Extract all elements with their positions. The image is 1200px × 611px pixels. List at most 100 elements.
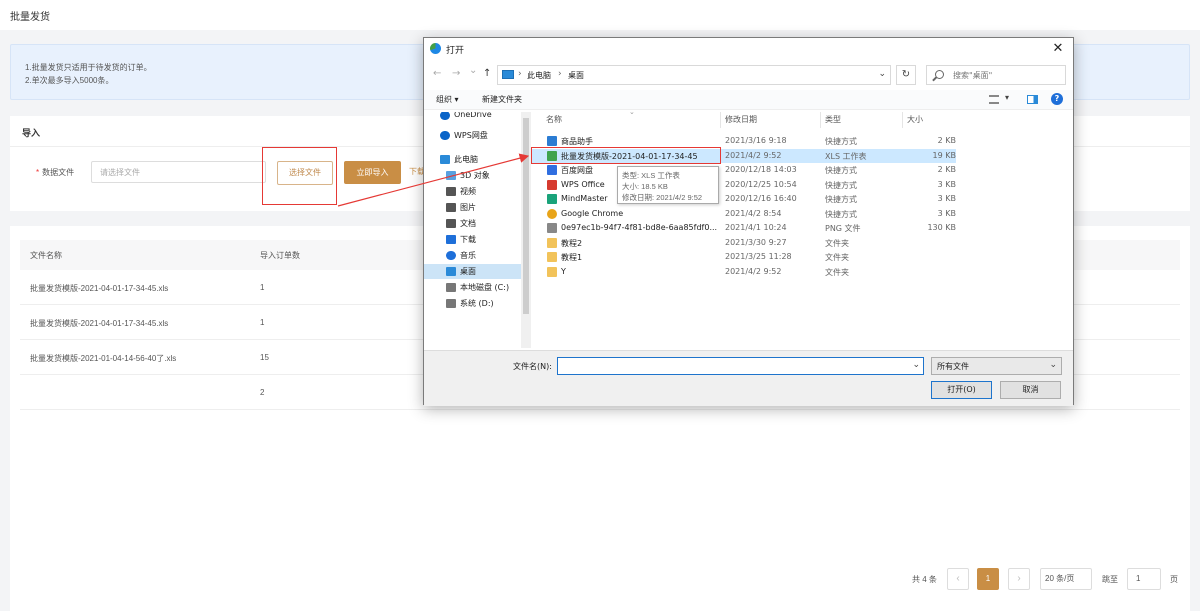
- chevron-down-icon[interactable]: ⌄: [912, 360, 920, 370]
- nav-item[interactable]: 下载: [424, 232, 521, 247]
- file-row[interactable]: MindMaster 2020/12/16 16:40 快捷方式 3 KB: [531, 192, 956, 206]
- file-row[interactable]: WPS Office 2020/12/25 10:54 快捷方式 3 KB: [531, 178, 956, 192]
- file-type: 文件夹: [825, 253, 849, 262]
- organize-menu[interactable]: 组织 ▾: [436, 94, 459, 105]
- sort-caret-icon: ⌄: [629, 108, 635, 116]
- forward-arrow-icon[interactable]: →: [452, 68, 460, 79]
- column-header-name[interactable]: 名称: [546, 114, 562, 125]
- next-page-button[interactable]: ›: [1008, 568, 1030, 590]
- file-type: 快捷方式: [825, 195, 857, 204]
- address-bar[interactable]: › 此电脑 › 桌面 ⌄: [497, 65, 891, 85]
- import-title: 导入: [22, 128, 41, 138]
- new-folder-button[interactable]: 新建文件夹: [482, 94, 522, 105]
- file-row[interactable]: 商品助手 2021/3/16 9:18 快捷方式 2 KB: [531, 134, 956, 148]
- nav-item[interactable]: 本地磁盘 (C:): [424, 280, 521, 295]
- file-row[interactable]: 百度网盘 2020/12/18 14:03 快捷方式 2 KB: [531, 163, 956, 177]
- file-size: 19 KB: [932, 150, 956, 160]
- open-button[interactable]: 打开(O): [931, 381, 992, 399]
- file-type: PNG 文件: [825, 224, 861, 233]
- file-date: 2021/4/2 9:52: [725, 266, 782, 276]
- nav-item[interactable]: WPS网盘: [424, 128, 521, 143]
- nav-item[interactable]: 桌面: [424, 264, 521, 279]
- folder-icon: [547, 237, 557, 248]
- chevron-down-icon: ⌄: [1049, 360, 1057, 370]
- nav-item[interactable]: 此电脑: [424, 152, 521, 167]
- up-arrow-icon[interactable]: ↑: [483, 68, 491, 79]
- path-segment-this-pc[interactable]: 此电脑: [527, 70, 551, 81]
- nav-item-label: 桌面: [460, 267, 476, 276]
- page-size-select[interactable]: 20 条/页: [1040, 568, 1092, 590]
- file-name: 教程2: [561, 238, 583, 248]
- file-open-dialog: 打开 ✕ ← → ⌄ ↑ › 此电脑 › 桌面 ⌄ ↻ 搜索"桌面" 组织 ▾ …: [423, 37, 1074, 406]
- nav-scrollbar[interactable]: [521, 112, 531, 348]
- column-header-type[interactable]: 类型: [825, 114, 841, 125]
- scrollbar-thumb[interactable]: [523, 118, 529, 314]
- recent-dropdown-icon[interactable]: ⌄: [469, 65, 477, 76]
- baidu-icon: [547, 165, 557, 175]
- chrome-icon: [547, 208, 557, 219]
- cancel-button[interactable]: 取消: [1000, 381, 1061, 399]
- column-header-date[interactable]: 修改日期: [725, 114, 757, 125]
- tooltip-type: 类型: XLS 工作表: [622, 171, 680, 180]
- edge-icon: [430, 43, 441, 54]
- tooltip-date: 修改日期: 2021/4/2 9:52: [622, 193, 703, 202]
- file-path-input[interactable]: 请选择文件: [91, 161, 266, 183]
- pagination-total: 共 4 条: [912, 575, 937, 584]
- file-row[interactable]: 教程1 2021/3/25 11:28 文件夹: [531, 250, 956, 264]
- column-header-count: 导入订单数: [260, 251, 300, 260]
- file-type: 文件夹: [825, 267, 849, 277]
- file-row[interactable]: Google Chrome 2021/4/2 8:54 快捷方式 3 KB: [531, 207, 956, 221]
- nav-item[interactable]: 系统 (D:): [424, 296, 521, 311]
- nav-item[interactable]: 视频: [424, 184, 521, 199]
- nav-item-label: 下载: [460, 235, 476, 244]
- search-input[interactable]: 搜索"桌面": [926, 65, 1066, 85]
- file-type: 文件夹: [825, 238, 849, 248]
- nav-item-label: OneDrive: [454, 112, 492, 119]
- file-size: 2 KB: [937, 165, 956, 174]
- dialog-titlebar[interactable]: 打开 ✕: [424, 38, 1073, 60]
- column-header-size[interactable]: 大小: [907, 114, 923, 125]
- computer-icon: [502, 70, 514, 79]
- nav-item[interactable]: 文档: [424, 216, 521, 231]
- file-date: 2021/4/2 8:54: [725, 208, 782, 218]
- nav-item[interactable]: 图片: [424, 200, 521, 215]
- jump-page-input[interactable]: 1: [1127, 568, 1161, 590]
- view-options-icon[interactable]: [989, 95, 999, 104]
- file-size: 2 KB: [937, 136, 956, 145]
- chevron-down-icon[interactable]: ⌄: [878, 69, 886, 79]
- wps-icon: [547, 179, 557, 190]
- prev-page-button[interactable]: ‹: [947, 568, 969, 590]
- filename-input[interactable]: ⌄: [557, 357, 924, 375]
- jump-label: 跳至: [1102, 575, 1118, 584]
- back-arrow-icon[interactable]: ←: [433, 68, 441, 79]
- music-icon: [446, 251, 456, 260]
- page-1-button[interactable]: 1: [977, 568, 999, 590]
- file-type: XLS 工作表: [825, 151, 867, 161]
- file-row[interactable]: 0e97ec1b-94f7-4f81-bd8e-6aa85fdf0... 2021…: [531, 221, 956, 235]
- file-row[interactable]: 教程2 2021/3/30 9:27 文件夹: [531, 236, 956, 250]
- file-type-select[interactable]: 所有文件 ⌄: [931, 357, 1062, 375]
- file-name: 0e97ec1b-94f7-4f81-bd8e-6aa85fdf0...: [561, 223, 718, 232]
- file-date: 2020/12/16 16:40: [725, 194, 797, 203]
- drive-icon: [446, 299, 456, 308]
- nav-item[interactable]: 音乐: [424, 248, 521, 263]
- picture-icon: [446, 203, 456, 212]
- path-segment-desktop[interactable]: 桌面: [568, 70, 584, 81]
- preview-pane-icon[interactable]: [1027, 95, 1038, 104]
- file-date: 2021/4/2 9:52: [725, 150, 782, 160]
- refresh-button[interactable]: ↻: [896, 65, 916, 85]
- file-type: 快捷方式: [825, 180, 857, 190]
- file-size: 3 KB: [937, 194, 956, 203]
- file-row[interactable]: Y 2021/4/2 9:52 文件夹: [531, 265, 956, 279]
- close-icon[interactable]: ✕: [1047, 39, 1069, 59]
- import-now-button[interactable]: 立即导入: [344, 161, 401, 184]
- row-count: 2: [260, 388, 265, 397]
- dialog-footer: 文件名(N): ⌄ 所有文件 ⌄ 打开(O) 取消: [424, 350, 1073, 406]
- help-icon[interactable]: ?: [1051, 93, 1063, 105]
- nav-item-label: 音乐: [460, 251, 476, 260]
- view-dropdown-icon[interactable]: ▾: [1005, 93, 1009, 102]
- notice-line-2: 2.单次最多导入5000条。: [25, 76, 114, 85]
- nav-item[interactable]: OneDrive: [424, 112, 521, 123]
- nav-item[interactable]: 3D 对象: [424, 168, 521, 183]
- selected-file-highlight-box: [531, 147, 721, 164]
